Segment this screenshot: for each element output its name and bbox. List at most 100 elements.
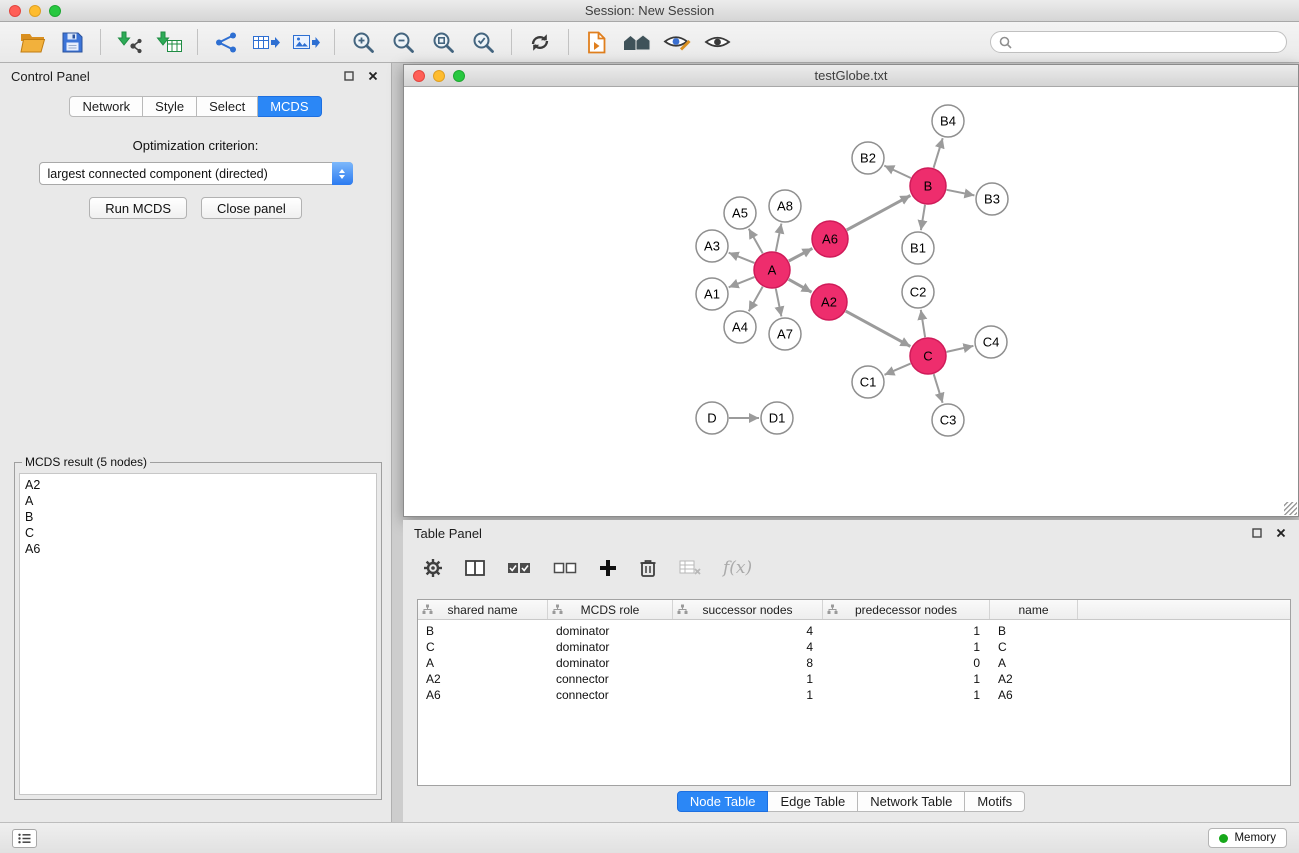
graph-node-B2[interactable]: B2 xyxy=(852,142,884,174)
zoom-window-button[interactable] xyxy=(49,5,61,17)
graph-node-A4[interactable]: A4 xyxy=(724,311,756,343)
column-header-predecessor-nodes[interactable]: predecessor nodes xyxy=(823,600,990,619)
cell-name[interactable]: A6 xyxy=(990,688,1078,702)
graph-edge-C-C4[interactable] xyxy=(947,346,974,352)
mcds-result-list[interactable]: A2 A B C A6 xyxy=(19,473,377,795)
graph-edge-B-B4[interactable] xyxy=(934,138,943,168)
graph-node-A7[interactable]: A7 xyxy=(769,318,801,350)
close-window-button[interactable] xyxy=(9,5,21,17)
graph-node-B4[interactable]: B4 xyxy=(932,105,964,137)
graph-edge-A-A2[interactable] xyxy=(789,279,812,292)
select-all-button[interactable] xyxy=(507,556,531,580)
cell-predecessor-nodes[interactable]: 1 xyxy=(823,672,990,686)
network-zoom-button[interactable] xyxy=(453,70,465,82)
task-history-button[interactable] xyxy=(12,829,37,848)
graph-node-B3[interactable]: B3 xyxy=(976,183,1008,215)
graph-edge-A-A4[interactable] xyxy=(749,287,763,312)
window-resize-grip[interactable] xyxy=(1284,502,1297,515)
cell-name[interactable]: C xyxy=(990,640,1078,654)
control-panel-close-button[interactable] xyxy=(366,69,380,83)
graph-edge-A-A7[interactable] xyxy=(776,289,782,317)
open-session-button[interactable] xyxy=(12,25,52,59)
cell-name[interactable]: B xyxy=(990,624,1078,638)
table-panel-float-button[interactable] xyxy=(1250,526,1264,540)
criterion-dropdown[interactable]: largest connected component (directed) xyxy=(39,162,353,185)
table-row[interactable]: C dominator 4 1 C xyxy=(418,639,1290,655)
tab-node-table[interactable]: Node Table xyxy=(677,791,769,812)
save-session-button[interactable] xyxy=(52,25,92,59)
import-table-button[interactable] xyxy=(149,25,189,59)
graph-node-A5[interactable]: A5 xyxy=(724,197,756,229)
column-header-shared-name[interactable]: shared name xyxy=(418,600,548,619)
zoom-fit-button[interactable] xyxy=(423,25,463,59)
graph-node-B[interactable]: B xyxy=(910,168,946,204)
export-network-button[interactable] xyxy=(206,25,246,59)
cell-successor-nodes[interactable]: 1 xyxy=(673,672,823,686)
run-mcds-button[interactable]: Run MCDS xyxy=(89,197,187,219)
graph-node-A1[interactable]: A1 xyxy=(696,278,728,310)
cell-successor-nodes[interactable]: 8 xyxy=(673,656,823,670)
graph-node-C3[interactable]: C3 xyxy=(932,404,964,436)
graph-edge-A-A3[interactable] xyxy=(729,253,755,263)
graph-node-D[interactable]: D xyxy=(696,402,728,434)
cell-mcds-role[interactable]: dominator xyxy=(548,624,673,638)
cell-mcds-role[interactable]: dominator xyxy=(548,640,673,654)
graph-node-C4[interactable]: C4 xyxy=(975,326,1007,358)
export-image-button[interactable] xyxy=(286,25,326,59)
import-network-button[interactable] xyxy=(109,25,149,59)
graph-edge-A-A1[interactable] xyxy=(729,277,755,287)
graph-edge-C-C2[interactable] xyxy=(921,310,925,337)
tab-network[interactable]: Network xyxy=(69,96,143,117)
graph-edge-A-A5[interactable] xyxy=(749,229,763,254)
delete-table-button[interactable] xyxy=(679,556,701,580)
network-canvas[interactable]: B4B2BB3A5A8A6B1A3AC2A1A2A4A7C4CC1C3DD1 xyxy=(404,87,1298,516)
close-mcds-panel-button[interactable]: Close panel xyxy=(201,197,302,219)
table-options-button[interactable] xyxy=(423,556,443,580)
table-row[interactable]: A6 connector 1 1 A6 xyxy=(418,687,1290,703)
graph-node-C2[interactable]: C2 xyxy=(902,276,934,308)
cell-shared-name[interactable]: A6 xyxy=(418,688,548,702)
cell-shared-name[interactable]: A xyxy=(418,656,548,670)
table-row[interactable]: B dominator 4 1 B xyxy=(418,623,1290,639)
delete-columns-button[interactable] xyxy=(639,556,657,580)
style-preview-button[interactable] xyxy=(657,25,697,59)
graph-node-B1[interactable]: B1 xyxy=(902,232,934,264)
table-row[interactable]: A dominator 8 0 A xyxy=(418,655,1290,671)
network-close-button[interactable] xyxy=(413,70,425,82)
tab-motifs[interactable]: Motifs xyxy=(965,791,1025,812)
table-row[interactable]: A2 connector 1 1 A2 xyxy=(418,671,1290,687)
graph-node-C1[interactable]: C1 xyxy=(852,366,884,398)
graph-edge-C-C1[interactable] xyxy=(885,364,911,375)
graph-edge-C-C3[interactable] xyxy=(934,374,943,403)
graph-node-C[interactable]: C xyxy=(910,338,946,374)
cell-shared-name[interactable]: A2 xyxy=(418,672,548,686)
cell-predecessor-nodes[interactable]: 0 xyxy=(823,656,990,670)
tab-network-table[interactable]: Network Table xyxy=(858,791,965,812)
column-header-mcds-role[interactable]: MCDS role xyxy=(548,600,673,619)
cell-mcds-role[interactable]: dominator xyxy=(548,656,673,670)
graph-node-A8[interactable]: A8 xyxy=(769,190,801,222)
zoom-out-button[interactable] xyxy=(383,25,423,59)
graph-node-A2[interactable]: A2 xyxy=(811,284,847,320)
cell-name[interactable]: A2 xyxy=(990,672,1078,686)
graph-edge-A-A6[interactable] xyxy=(789,248,813,261)
graph-node-A3[interactable]: A3 xyxy=(696,230,728,262)
new-column-button[interactable] xyxy=(599,556,617,580)
home-button[interactable] xyxy=(617,25,657,59)
cell-successor-nodes[interactable]: 1 xyxy=(673,688,823,702)
apply-layout-button[interactable] xyxy=(520,25,560,59)
column-header-name[interactable]: name xyxy=(990,600,1078,619)
cell-successor-nodes[interactable]: 4 xyxy=(673,624,823,638)
cell-mcds-role[interactable]: connector xyxy=(548,688,673,702)
tab-edge-table[interactable]: Edge Table xyxy=(768,791,858,812)
zoom-in-button[interactable] xyxy=(343,25,383,59)
open-document-button[interactable] xyxy=(577,25,617,59)
column-header-successor-nodes[interactable]: successor nodes xyxy=(673,600,823,619)
minimize-window-button[interactable] xyxy=(29,5,41,17)
memory-button[interactable]: Memory xyxy=(1208,828,1287,848)
graph-edge-B-B1[interactable] xyxy=(921,205,925,230)
graph-node-A[interactable]: A xyxy=(754,252,790,288)
control-panel-float-button[interactable] xyxy=(342,69,356,83)
graph-edge-A2-C[interactable] xyxy=(846,311,911,346)
cell-successor-nodes[interactable]: 4 xyxy=(673,640,823,654)
